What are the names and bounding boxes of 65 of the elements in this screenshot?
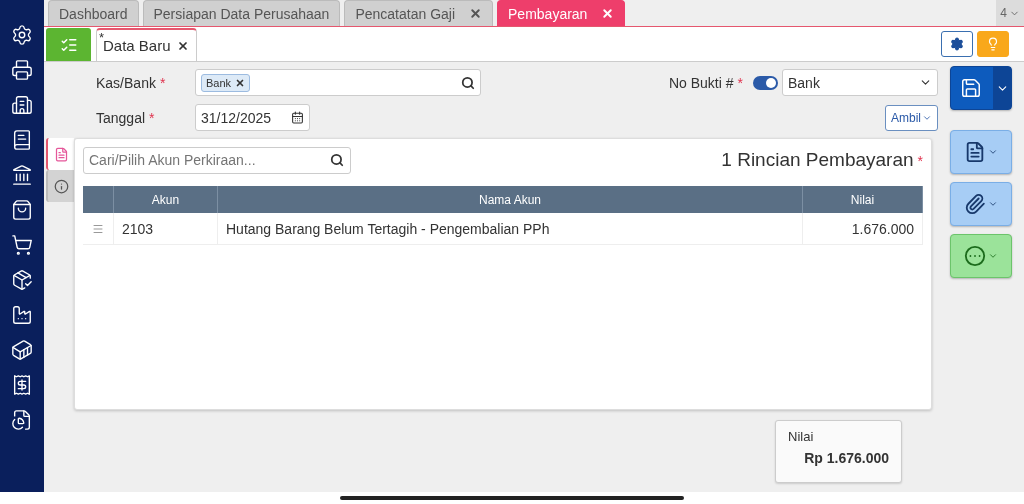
save-button[interactable] <box>950 66 1012 110</box>
column-header <box>83 186 114 213</box>
circled-ellipsis-icon <box>964 245 986 267</box>
document-tab[interactable]: *Data Baru <box>96 28 197 61</box>
search-icon[interactable] <box>461 75 475 90</box>
document-button[interactable] <box>950 130 1012 174</box>
ambil-button[interactable]: Ambil <box>885 104 938 131</box>
side-tab[interactable] <box>46 138 74 170</box>
total-label: Nilai <box>788 429 815 444</box>
remove-icon[interactable] <box>235 77 246 88</box>
cart-icon[interactable] <box>11 234 33 256</box>
tab-overflow-button[interactable]: 4 <box>996 0 1024 26</box>
info-icon <box>53 178 69 194</box>
side-tab[interactable] <box>46 170 74 202</box>
account-search-field[interactable]: Cari/Pilih Akun Perkiraan... <box>83 146 351 174</box>
module-tab[interactable]: Pencatatan Gaji <box>344 0 494 26</box>
modified-mark: * <box>99 30 105 45</box>
book-icon[interactable] <box>11 129 33 151</box>
module-tab[interactable]: Dashboard <box>48 0 139 26</box>
column-header: Nama Akun <box>218 186 803 213</box>
field-label: Tanggal <box>96 109 146 126</box>
chevron-down-icon <box>988 199 998 209</box>
factory-icon[interactable] <box>11 304 33 326</box>
settings-icon[interactable] <box>11 24 33 46</box>
auto-number-toggle[interactable] <box>753 75 778 90</box>
number-type-select[interactable]: Bank <box>782 69 938 96</box>
more-button[interactable] <box>950 234 1012 278</box>
calendar-icon[interactable] <box>291 111 304 124</box>
selected-tag: Bank <box>201 73 251 92</box>
chart-file-icon[interactable] <box>11 409 33 431</box>
table-cell: 1.676.000 <box>803 213 923 245</box>
search-icon[interactable] <box>330 152 344 167</box>
column-header: Akun <box>114 186 218 213</box>
drag-handle-icon[interactable] <box>92 222 104 235</box>
detail-title: 1 Rincian Pembayaran * <box>721 149 923 171</box>
table-cell: Hutang Barang Belum Tertagih - Pengembalian PPh <box>218 213 803 245</box>
settings-icon <box>950 37 964 51</box>
module-tab[interactable]: Pembayaran <box>497 0 626 26</box>
column-header: Nilai <box>803 186 923 213</box>
close-icon[interactable] <box>176 39 189 52</box>
required-mark: * <box>159 74 166 91</box>
attachment-button[interactable] <box>950 182 1012 226</box>
settings-button[interactable] <box>941 31 973 57</box>
document-icon <box>53 146 69 162</box>
date-field[interactable]: 31/12/2025 <box>195 104 310 131</box>
building-icon[interactable] <box>11 94 33 116</box>
required-mark: * <box>149 109 155 126</box>
chevron-down-icon <box>988 147 998 157</box>
receipt-icon[interactable] <box>11 374 33 396</box>
module-tab[interactable]: Persiapan Data Perusahaan <box>142 0 341 26</box>
shopping-bag-icon[interactable] <box>11 199 33 221</box>
lightbulb-icon <box>986 37 1000 51</box>
package-icon[interactable] <box>11 269 33 291</box>
bank-icon[interactable] <box>11 164 33 186</box>
paperclip-icon <box>964 193 986 215</box>
chevron-down-icon <box>988 251 998 261</box>
total-value: Rp 1.676.000 <box>804 450 889 466</box>
field-label: No Bukti # <box>668 74 734 91</box>
kas-bank-field[interactable]: Bank <box>195 69 481 96</box>
table-cell: 2103 <box>114 213 218 245</box>
printer-icon[interactable] <box>11 59 33 81</box>
container-icon[interactable] <box>11 339 33 361</box>
document-icon <box>964 141 986 163</box>
field-label: Kas/Bank <box>96 74 156 91</box>
required-mark: * <box>737 74 743 91</box>
